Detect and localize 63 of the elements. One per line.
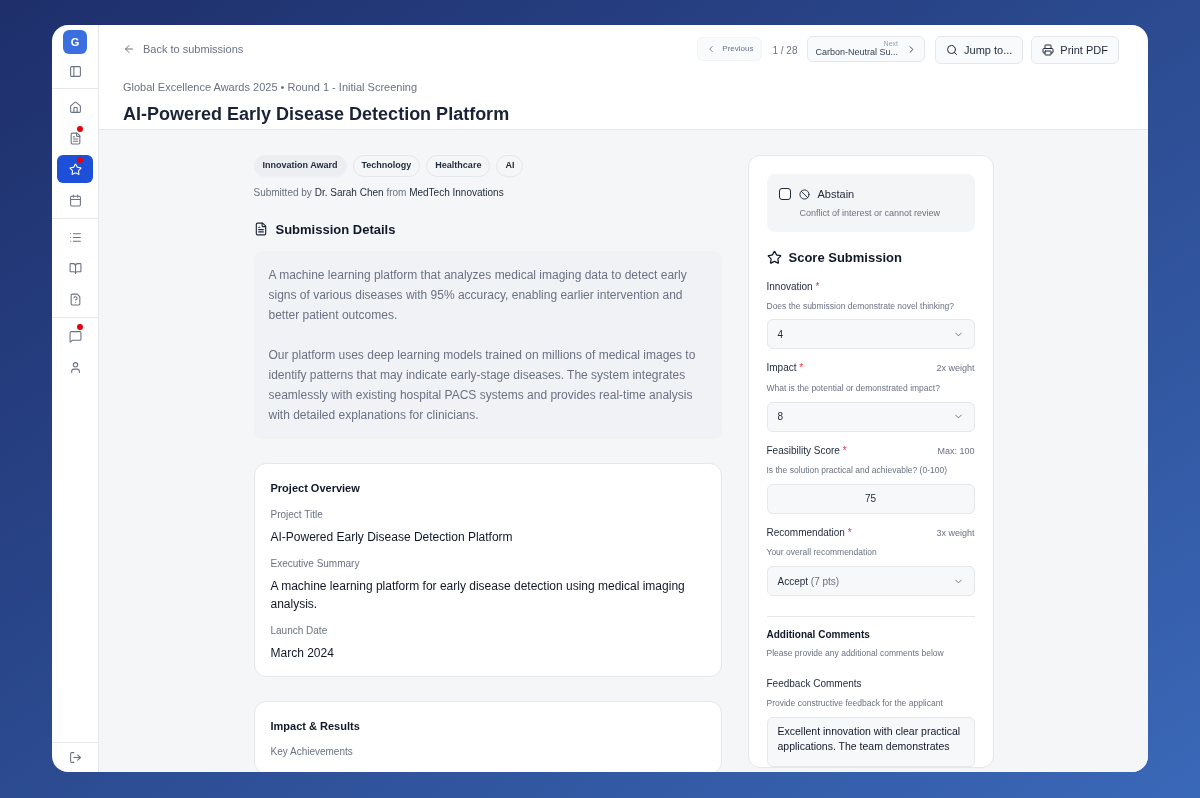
page-title: AI-Powered Early Disease Detection Platform [123, 103, 510, 126]
criterion-hint: Does the submission demonstrate novel thinking? [766, 299, 956, 313]
weight-note: Max: 100 [937, 444, 975, 458]
home-icon [68, 100, 82, 114]
score-select[interactable]: 4 [766, 319, 975, 350]
abstain-checkbox[interactable] [778, 188, 791, 201]
document-icon [253, 222, 268, 237]
abstain-hint: Conflict of interest or cannot review [799, 206, 942, 220]
back-link[interactable]: Back to submissions [123, 41, 510, 58]
help-document-icon [68, 292, 82, 306]
field-value: March 2024 [270, 644, 335, 662]
feedback-label: Feedback Comments [766, 676, 863, 691]
tag: Innovation Award [253, 155, 347, 177]
document-icon [68, 131, 82, 145]
star-icon [68, 162, 82, 176]
star-icon [766, 250, 782, 266]
list-icon [68, 230, 82, 244]
weight-note: 3x weight [936, 526, 975, 540]
field-value: AI-Powered Early Disease Detection Platform [270, 528, 514, 546]
feedback-hint: Provide constructive feedback for the applicant [766, 696, 944, 710]
prohibited-icon [798, 188, 810, 200]
field-label: Key Achievements [270, 745, 354, 759]
criterion-label: Recommendation * [766, 525, 852, 540]
user-icon [68, 360, 82, 374]
section-heading: Submission Details [275, 220, 396, 239]
breadcrumb: Global Excellence Awards 2025 • Round 1 - Initial Screening [123, 79, 419, 95]
print-button[interactable]: Print PDF [1031, 36, 1119, 64]
criterion-label: Innovation * [766, 279, 820, 294]
description-paragraph: Our platform uses deep learning models trained on millions of medical images to identify patterns that may indicate early-stage diseases. The system integrates seamlessly with existing hospital PACS systems and provides real-time analysis with detailed explanations for clinicians. [268, 347, 697, 424]
section-heading: Score Submission [788, 249, 902, 267]
comments-heading: Additional Comments [766, 628, 871, 642]
submitted-by-text: Submitted by Dr. Sarah Chen from MedTech Innovations [253, 185, 505, 200]
calendar-icon [68, 193, 82, 207]
abstain-label: Abstain [817, 187, 855, 202]
score-input[interactable]: 75 [766, 483, 975, 514]
criterion-hint: Is the solution practical and achievable? (0-100) [766, 464, 948, 477]
book-icon [68, 261, 82, 275]
sidebar-toggle-icon[interactable] [68, 65, 82, 78]
page-counter: 1 / 28 [772, 44, 798, 58]
card-title: Project Overview [270, 481, 361, 496]
criterion-label: Impact * [766, 361, 804, 376]
criterion-hint: Your overall recommendation [766, 546, 878, 559]
search-icon [946, 44, 958, 56]
printer-icon [1042, 44, 1055, 56]
field-label: Executive Summary [270, 556, 361, 571]
field-value: A machine learning platform for early disease detection using medical imaging analysis. [270, 577, 686, 613]
criterion-hint: What is the potential or demonstrated impact? [766, 381, 941, 395]
field-label: Launch Date [270, 623, 329, 638]
logout-icon[interactable] [68, 751, 82, 764]
field-label: Project Title [270, 507, 324, 522]
chat-icon [68, 329, 82, 343]
sidebar-nav-item[interactable] [57, 155, 93, 183]
card-title: Impact & Results [270, 718, 361, 734]
arrow-left-icon [123, 43, 135, 56]
feedback-textarea[interactable]: Excellent innovation with clear practical applications. The team demonstrates [766, 716, 975, 767]
workspace-avatar[interactable]: G [63, 30, 87, 54]
score-select[interactable]: 8 [766, 401, 975, 432]
description-paragraph: A machine learning platform that analyzes medical imaging data to detect early signs of various diseases with 95% accuracy, enabling earlier intervention and better patient outcomes. [268, 267, 688, 324]
comments-hint: Please provide any additional comments below [766, 647, 945, 660]
criterion-label: Feasibility Score * [766, 443, 847, 458]
weight-note: 2x weight [936, 362, 975, 376]
jump-button[interactable]: Jump to... [935, 36, 1024, 64]
score-select[interactable]: Accept (7 pts) [766, 566, 975, 596]
